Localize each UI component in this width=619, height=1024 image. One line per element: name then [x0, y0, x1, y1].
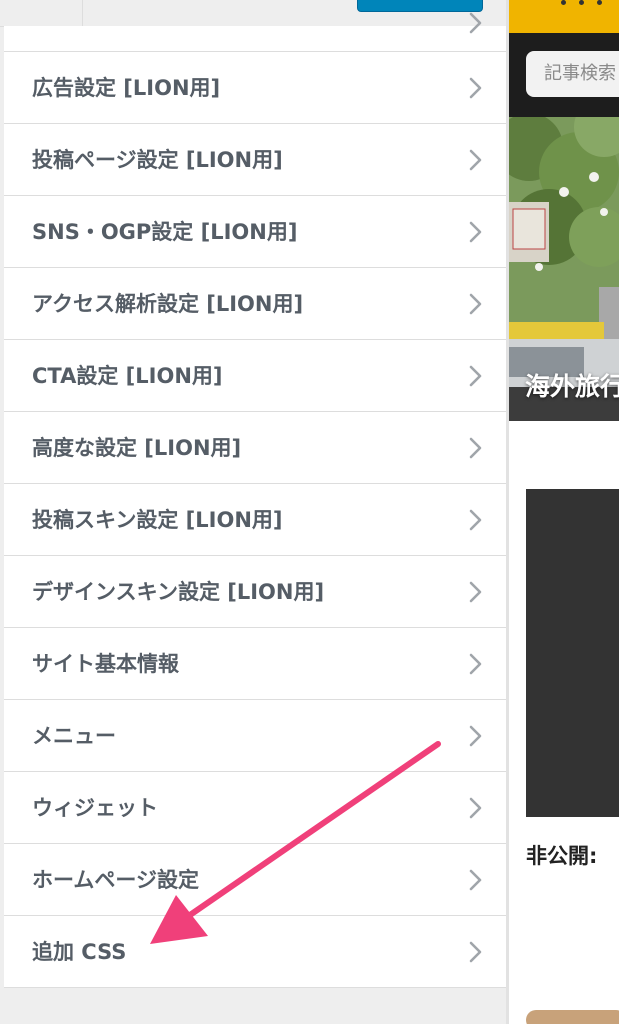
publish-button[interactable] — [357, 0, 483, 12]
panel-footer-space — [4, 997, 506, 1024]
section-label: サイト基本情報 — [32, 652, 179, 676]
chevron-right-icon — [469, 653, 482, 675]
chevron-right-icon — [469, 941, 482, 963]
section-label: メニュー — [32, 724, 116, 748]
section-label: 高度な設定 [LION用] — [32, 436, 242, 460]
customizer-panel: 広告設定 [LION用] 投稿ページ設定 [LION用] SNS・OGP設定 [… — [0, 0, 508, 1024]
section-item-partial[interactable] — [4, 12, 506, 52]
section-item-additional-css[interactable]: 追加 CSS — [4, 916, 506, 988]
search-placeholder: 記事検索 — [544, 63, 616, 84]
section-item-homepage-settings[interactable]: ホームページ設定 — [4, 844, 506, 916]
section-item-widgets[interactable]: ウィジェット — [4, 772, 506, 844]
section-label: 追加 CSS — [32, 940, 127, 964]
section-label: アクセス解析設定 [LION用] — [32, 292, 304, 316]
section-item-post-page-settings[interactable]: 投稿ページ設定 [LION用] — [4, 124, 506, 196]
section-item-post-skin-settings[interactable]: 投稿スキン設定 [LION用] — [4, 484, 506, 556]
section-item-site-identity[interactable]: サイト基本情報 — [4, 628, 506, 700]
section-item-design-skin-settings[interactable]: デザインスキン設定 [LION用] — [4, 556, 506, 628]
chevron-right-icon — [469, 12, 482, 34]
preview-hero-image[interactable]: 海外旅行 — [509, 117, 619, 421]
chevron-right-icon — [469, 437, 482, 459]
hero-post-title[interactable]: 海外旅行 — [525, 367, 619, 403]
header-ornament — [561, 0, 566, 5]
section-label: CTA設定 [LION用] — [32, 364, 223, 388]
section-item-sns-ogp-settings[interactable]: SNS・OGP設定 [LION用] — [4, 196, 506, 268]
preview-search-area: 記事検索 — [509, 33, 619, 117]
section-label: デザインスキン設定 [LION用] — [32, 580, 325, 604]
customizer-section-list: 広告設定 [LION用] 投稿ページ設定 [LION用] SNS・OGP設定 [… — [4, 52, 506, 988]
section-item-menus[interactable]: メニュー — [4, 700, 506, 772]
chevron-right-icon — [469, 77, 482, 99]
preview-post-thumbnail[interactable] — [526, 489, 619, 817]
preview-private-label: 非公開: — [526, 844, 598, 868]
section-item-cta-settings[interactable]: CTA設定 [LION用] — [4, 340, 506, 412]
preview-search-input[interactable]: 記事検索 — [526, 51, 619, 97]
chevron-right-icon — [469, 725, 482, 747]
section-label: ウィジェット — [32, 796, 158, 820]
header-divider — [82, 0, 83, 26]
section-item-advanced-settings[interactable]: 高度な設定 [LION用] — [4, 412, 506, 484]
section-label: 投稿ページ設定 [LION用] — [32, 148, 283, 172]
chevron-right-icon — [469, 797, 482, 819]
section-item-analytics-settings[interactable]: アクセス解析設定 [LION用] — [4, 268, 506, 340]
section-label: 投稿スキン設定 [LION用] — [32, 508, 283, 532]
section-label: 広告設定 [LION用] — [32, 76, 221, 100]
section-label: SNS・OGP設定 [LION用] — [32, 220, 298, 244]
header-ornament — [579, 0, 584, 5]
chevron-right-icon — [469, 365, 482, 387]
chevron-right-icon — [469, 869, 482, 891]
site-preview: 記事検索 海外旅行 非公開: — [509, 0, 619, 1024]
chevron-right-icon — [469, 149, 482, 171]
chevron-right-icon — [469, 509, 482, 531]
preview-next-thumbnail[interactable] — [526, 1010, 619, 1024]
chevron-right-icon — [469, 221, 482, 243]
header-ornament — [597, 0, 602, 5]
chevron-right-icon — [469, 581, 482, 603]
customizer-header — [0, 0, 508, 27]
preview-header-bar — [509, 0, 619, 33]
section-item-ad-settings[interactable]: 広告設定 [LION用] — [4, 52, 506, 124]
chevron-right-icon — [469, 293, 482, 315]
section-label: ホームページ設定 — [32, 868, 199, 892]
